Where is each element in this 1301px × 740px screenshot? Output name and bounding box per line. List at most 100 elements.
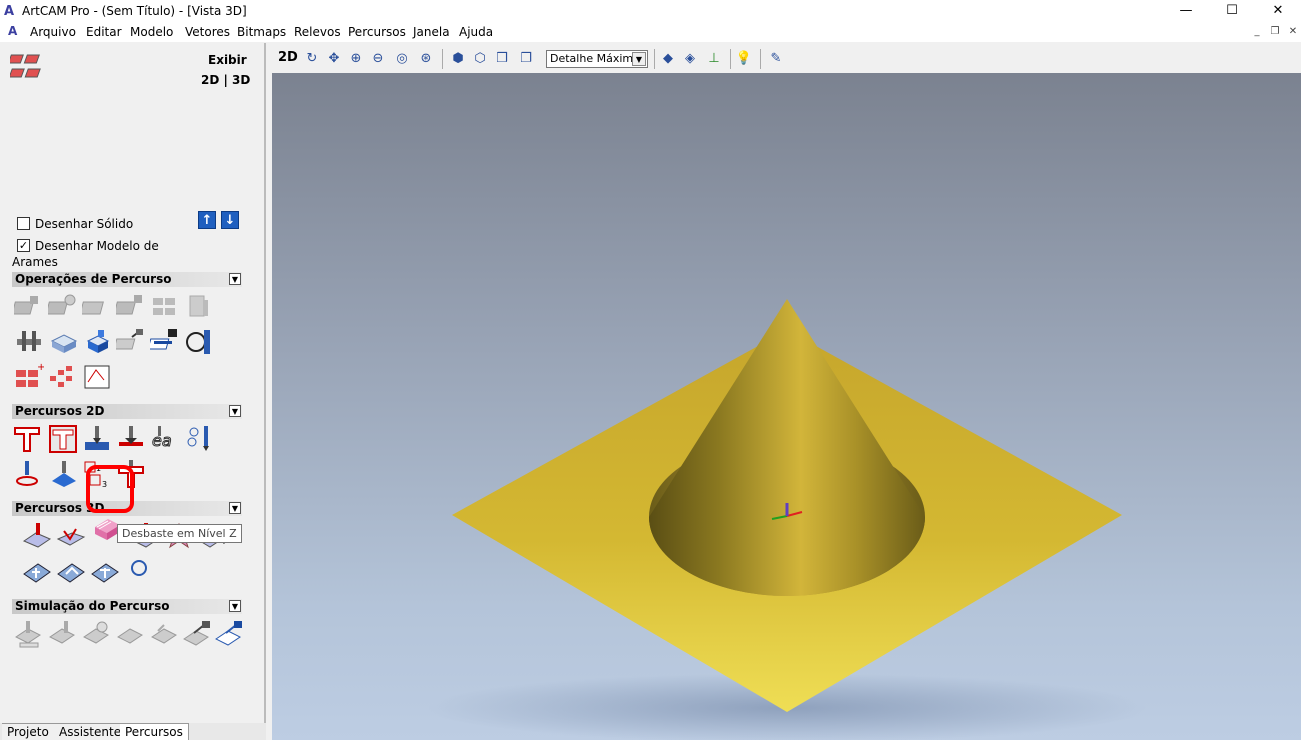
svg-text:ea: ea: [152, 431, 172, 450]
drilling-icon[interactable]: [184, 424, 214, 454]
iso-view-icon[interactable]: ⬢: [448, 49, 468, 69]
top-view-icon[interactable]: ❐: [516, 49, 536, 69]
chevron-down-icon[interactable]: ▼: [229, 405, 241, 417]
title-bar: A ArtCAM Pro - (Sem Título) - [Vista 3D]…: [0, 0, 1301, 22]
toolpath-add-icon[interactable]: +: [14, 362, 45, 392]
chevron-down-icon[interactable]: ▼: [632, 52, 646, 66]
area-clearance-icon[interactable]: [48, 424, 78, 454]
bevel-carving-icon[interactable]: [116, 424, 146, 454]
zoom-out-icon[interactable]: ⊖: [368, 49, 388, 69]
mdi-close-button[interactable]: ✕: [1286, 26, 1300, 38]
material-setup-icon[interactable]: [48, 327, 78, 357]
machine-relief-icon[interactable]: [22, 521, 52, 551]
plunge-machining-icon[interactable]: [12, 459, 42, 489]
tab-assistente[interactable]: Assistente: [54, 723, 128, 740]
zoom-in-icon[interactable]: ⊕: [346, 49, 366, 69]
plane-view-icon[interactable]: ◆: [658, 49, 678, 69]
section-paths2d-title: Percursos 2D: [15, 404, 105, 418]
toolpath-save-disk-icon[interactable]: [147, 327, 180, 357]
machine-vector-icon[interactable]: [56, 521, 86, 551]
draw-solid-checkbox[interactable]: [17, 217, 30, 230]
grid-view-icon[interactable]: ◈: [680, 49, 700, 69]
tooltip: Desbaste em Nível Z: [117, 524, 242, 543]
menu-relevos[interactable]: Relevos: [294, 25, 341, 39]
engraving-text-icon[interactable]: ea: [150, 424, 180, 454]
finishing-3d-icon[interactable]: [90, 556, 120, 586]
view-2d-button[interactable]: 2D: [278, 50, 298, 65]
toolpath-merge-icon[interactable]: [79, 292, 112, 322]
simulate-export-icon[interactable]: [214, 619, 244, 649]
simulate-save-icon[interactable]: [182, 619, 212, 649]
svg-text:+: +: [37, 362, 44, 373]
simulate-all-icon[interactable]: [48, 619, 78, 649]
simulate-toolpath-icon[interactable]: [14, 619, 44, 649]
pan-view-icon[interactable]: ✥: [324, 49, 344, 69]
view-2d3d-toggle[interactable]: 2D | 3D: [201, 73, 250, 87]
draw-wireframe-checkbox[interactable]: ✓: [17, 239, 30, 252]
rotate-view-icon[interactable]: ↻: [302, 49, 322, 69]
toolpath-template-icon[interactable]: [82, 362, 112, 392]
detail-level-value: Detalhe Máximo: [550, 52, 640, 65]
minimize-button[interactable]: —: [1163, 0, 1209, 22]
toolpath-display-icon[interactable]: ✎: [766, 49, 786, 69]
move-up-button[interactable]: ↑: [198, 211, 216, 229]
3d-viewport[interactable]: [272, 73, 1301, 740]
menu-modelo[interactable]: Modelo: [130, 25, 173, 39]
front-view-icon[interactable]: ⬡: [470, 49, 490, 69]
chevron-down-icon[interactable]: ▼: [229, 502, 241, 514]
menu-bar: A Arquivo Editar Modelo Vetores Bitmaps …: [0, 22, 1301, 42]
feature-3d-icon[interactable]: [22, 556, 52, 586]
block-material-icon[interactable]: [82, 327, 112, 357]
draw-wireframe-label-cont: Arames: [12, 255, 58, 269]
mdi-minimize-button[interactable]: _: [1250, 26, 1264, 38]
simulate-block-icon[interactable]: [82, 619, 112, 649]
profile-machining-icon[interactable]: [12, 424, 42, 454]
light-bulb-icon[interactable]: 💡: [734, 49, 754, 69]
menu-editar[interactable]: Editar: [86, 25, 122, 39]
axes-icon[interactable]: ⊥: [704, 49, 724, 69]
menu-percursos[interactable]: Percursos: [348, 25, 406, 39]
section-paths2d[interactable]: Percursos 2D ▼: [12, 404, 242, 419]
tab-percursos[interactable]: Percursos: [120, 723, 189, 740]
simulate-material-icon[interactable]: [116, 619, 146, 649]
menu-arquivo[interactable]: Arquivo: [30, 25, 76, 39]
close-button[interactable]: ✕: [1255, 0, 1301, 22]
side-view-icon[interactable]: ❒: [492, 49, 512, 69]
menu-bitmaps[interactable]: Bitmaps: [237, 25, 286, 39]
toolpath-group-icon[interactable]: [150, 292, 180, 322]
zoom-fit-icon[interactable]: ◎: [392, 49, 412, 69]
toolbar-separator: [442, 49, 443, 69]
toolpath-list-icon[interactable]: [184, 292, 214, 322]
inlay-icon[interactable]: [48, 459, 78, 489]
toolpath-array-icon[interactable]: [48, 362, 78, 392]
toolpath-export-icon[interactable]: [113, 327, 146, 357]
toolpath-tool-icon[interactable]: [14, 327, 44, 357]
toolpaths-logo-icon: [7, 53, 48, 86]
toolbar-separator: [760, 49, 761, 69]
toolpath-save-icon[interactable]: [11, 292, 44, 322]
draw-solid-label: Desenhar Sólido: [35, 217, 134, 231]
vbit-carving-icon[interactable]: [82, 424, 112, 454]
cutout-3d-icon[interactable]: [124, 556, 154, 586]
toolpath-edit-icon[interactable]: [113, 292, 146, 322]
maximize-button[interactable]: ☐: [1209, 0, 1255, 22]
chevron-down-icon[interactable]: ▼: [229, 273, 241, 285]
detail-level-select[interactable]: Detalhe Máximo ▼: [546, 50, 648, 68]
mdi-restore-button[interactable]: ❐: [1268, 26, 1282, 38]
toolbar-separator: [654, 49, 655, 69]
rotary-axis-icon[interactable]: [184, 327, 214, 357]
zoom-box-icon[interactable]: ⊛: [416, 49, 436, 69]
toolpath-info-icon[interactable]: [45, 292, 78, 322]
move-down-button[interactable]: ↓: [221, 211, 239, 229]
menu-ajuda[interactable]: Ajuda: [459, 25, 493, 39]
section-simulation[interactable]: Simulação do Percurso ▼: [12, 599, 242, 614]
document-icon[interactable]: A: [8, 24, 17, 38]
menu-janela[interactable]: Janela: [413, 25, 450, 39]
simulate-reset-icon[interactable]: [150, 619, 180, 649]
chevron-down-icon[interactable]: ▼: [229, 600, 241, 612]
projected-toolpath-icon[interactable]: [56, 556, 86, 586]
menu-vetores[interactable]: Vetores: [185, 25, 230, 39]
section-operations[interactable]: Operações de Percurso ▼: [12, 272, 242, 287]
section-simulation-title: Simulação do Percurso: [15, 599, 170, 613]
tab-projeto[interactable]: Projeto: [2, 723, 55, 740]
